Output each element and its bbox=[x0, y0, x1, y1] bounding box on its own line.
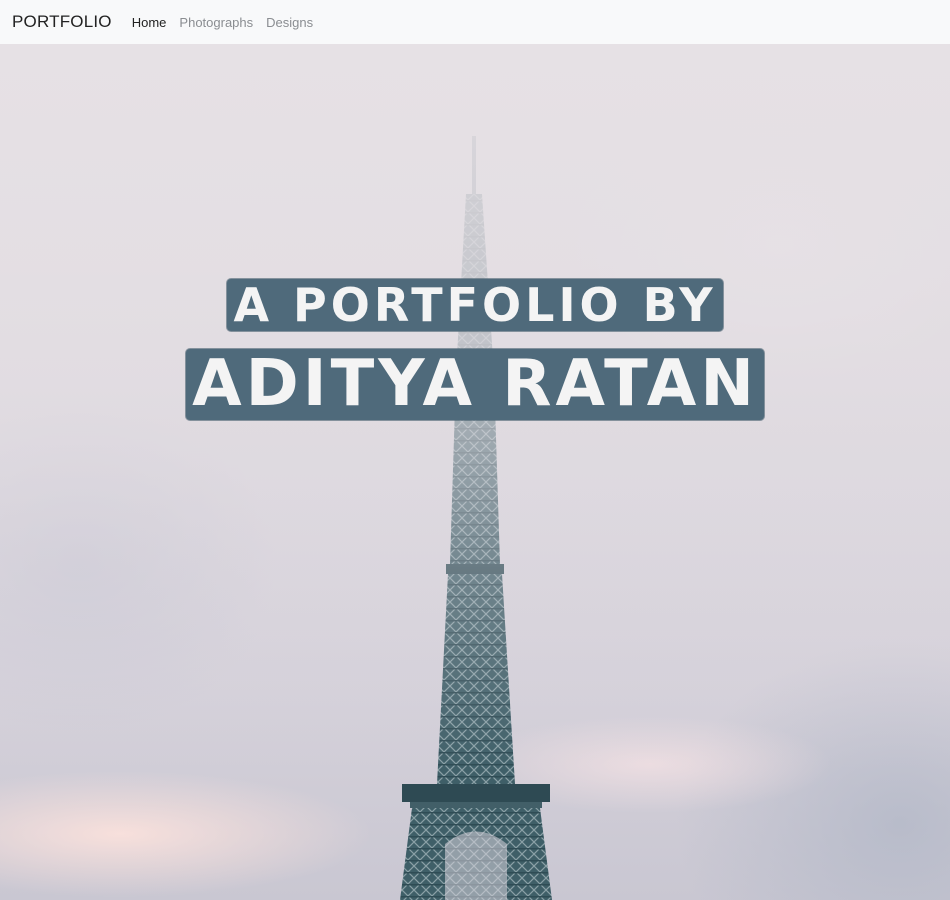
nav-link-photographs[interactable]: Photographs bbox=[179, 15, 253, 30]
name-text: ADITYA RATAN bbox=[186, 349, 764, 421]
hero-title: A PORTFOLIO BY ADITYA RATAN bbox=[0, 279, 950, 421]
eiffel-tower-image bbox=[0, 44, 950, 900]
nav-link-designs[interactable]: Designs bbox=[266, 15, 313, 30]
navbar: PORTFOLIO Home Photographs Designs bbox=[0, 0, 950, 44]
hero-section: A PORTFOLIO BY ADITYA RATAN bbox=[0, 44, 950, 900]
nav-link-home[interactable]: Home bbox=[132, 15, 167, 30]
subtitle-text: A PORTFOLIO BY bbox=[227, 279, 723, 332]
subtitle-tiles: A PORTFOLIO BY bbox=[227, 279, 723, 332]
nav-links: Home Photographs Designs bbox=[132, 15, 313, 30]
brand-link[interactable]: PORTFOLIO bbox=[12, 12, 112, 32]
name-tiles: ADITYA RATAN bbox=[186, 349, 764, 421]
